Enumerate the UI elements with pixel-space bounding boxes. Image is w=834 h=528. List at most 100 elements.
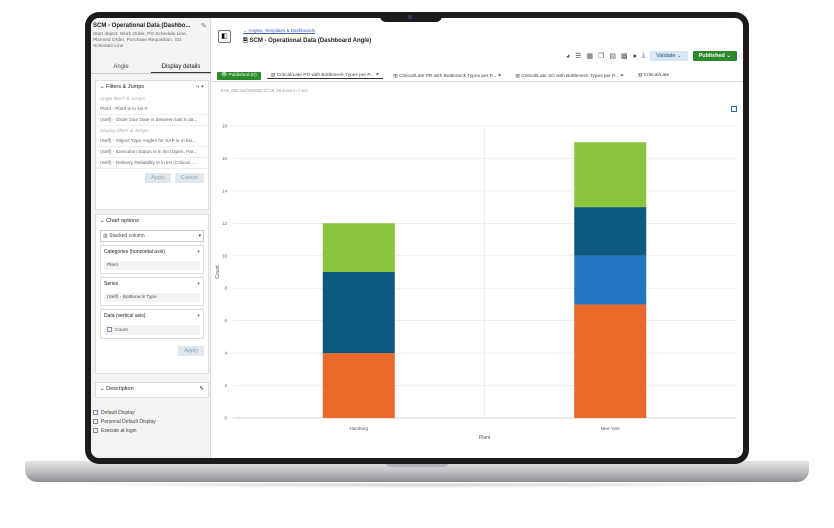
- filter-icon: ⏷: [497, 73, 502, 79]
- add-icon[interactable]: +: [197, 249, 200, 255]
- x-tick-label: Hamburg: [349, 426, 368, 431]
- bar-segment: [322, 223, 395, 272]
- add-filter-icon[interactable]: ⤷ +: [196, 84, 204, 91]
- tab-label: Critical/Late PR with Bottleneck Types p…: [399, 73, 497, 79]
- filter-item[interactable]: (Self) - Object Type Angles for SAP is i…: [96, 136, 208, 147]
- published-label: Published: [698, 53, 725, 59]
- default-display-option[interactable]: Default Display: [93, 410, 135, 416]
- filters-header[interactable]: ⌄ Filters & Jumps ⤷ +: [96, 81, 208, 94]
- document-icon[interactable]: ▤: [609, 52, 616, 60]
- chevron-down-icon: ⌄: [100, 386, 105, 392]
- table-icon[interactable]: ▦: [586, 52, 593, 60]
- bar-segment: [574, 304, 647, 418]
- apply-button[interactable]: Apply: [145, 173, 171, 183]
- published-count-label: Published (0): [228, 73, 257, 78]
- published-button[interactable]: Published ⌄: [692, 51, 737, 61]
- tab-angle[interactable]: Angle: [91, 60, 151, 73]
- y-tick-label: 16: [222, 156, 228, 161]
- camera-icon: [408, 15, 412, 19]
- add-icon[interactable]: +: [197, 281, 200, 287]
- y-tick-label: 0: [224, 416, 227, 421]
- y-tick-label: 12: [222, 221, 228, 226]
- laptop-lid: SCM - Operational Data (Dashbo... ✎ Star…: [85, 12, 749, 464]
- chart-options-header[interactable]: ⌄ Chart options: [96, 215, 208, 227]
- tab-display[interactable]: ▥ Critical/Late PR with Bottleneck Types…: [389, 73, 505, 79]
- bar-segment: [574, 207, 647, 256]
- bar-segment: [574, 255, 647, 305]
- tab-display-details[interactable]: Display details: [151, 60, 211, 73]
- grid-icon[interactable]: ▩: [621, 52, 628, 60]
- execute-at-login-option[interactable]: Execute at login: [93, 428, 137, 434]
- y-tick-label: 4: [224, 351, 227, 356]
- y-tick-label: 14: [222, 188, 228, 193]
- add-icon[interactable]: +: [197, 313, 200, 319]
- filter-item[interactable]: (Self) - Execution Status is in list (Op…: [96, 147, 208, 158]
- checkbox[interactable]: [93, 410, 98, 416]
- chart-type-value: Stacked column: [109, 233, 145, 239]
- chevron-down-icon: ⌄: [100, 218, 105, 224]
- description-panel: ⌄ Description ✎: [95, 382, 209, 398]
- info-icon[interactable]: ●: [633, 53, 637, 60]
- category-field[interactable]: Plant: [104, 261, 200, 270]
- filter-item[interactable]: Plant - Plant is in list P: [96, 104, 208, 115]
- checkbox[interactable]: [93, 428, 98, 434]
- x-tick-label: New York: [601, 426, 621, 431]
- chart-options-panel: ⌄ Chart options ▥ Stacked column ▾ Catego…: [95, 214, 209, 374]
- copy-icon[interactable]: ❐: [598, 52, 604, 60]
- tab-display[interactable]: ▥ Critical/Late PO with Bottleneck Types…: [266, 72, 384, 79]
- filters-panel: ⌄ Filters & Jumps ⤷ + Angle filters & Jum…: [95, 80, 209, 210]
- y-axis-title: Count: [215, 265, 221, 279]
- series-header[interactable]: Series: [104, 281, 118, 287]
- filter-item[interactable]: (Self) - Delivery Reliability is in list…: [96, 158, 208, 169]
- list-icon[interactable]: ☰: [575, 52, 581, 60]
- angle-filters-label: Angle filters & Jumps: [100, 96, 146, 102]
- apply-button[interactable]: Apply: [178, 345, 204, 356]
- filters-header-label: Filters & Jumps: [106, 84, 145, 90]
- chevron-down-icon: ⌄: [100, 84, 105, 90]
- sidebar-title: SCM - Operational Data (Dashbo...: [93, 23, 191, 29]
- execute-at-login-label: Execute at login: [101, 428, 137, 434]
- y-tick-label: 6: [224, 318, 227, 323]
- published-count-badge[interactable]: 👁 Published (0): [217, 71, 261, 80]
- data-field-label: Count: [115, 327, 128, 333]
- y-tick-label: 10: [222, 253, 228, 258]
- edit-icon[interactable]: ✎: [201, 22, 207, 30]
- data-header[interactable]: Data (vertical axis): [104, 313, 145, 319]
- count-checkbox[interactable]: [107, 327, 112, 332]
- edit-icon[interactable]: ✎: [199, 386, 204, 392]
- bar-segment: [322, 272, 395, 354]
- screen: SCM - Operational Data (Dashbo... ✎ Star…: [91, 18, 743, 458]
- data-field[interactable]: Count: [104, 325, 200, 335]
- cancel-button[interactable]: Cancel: [174, 173, 204, 183]
- filter-icon: ⏷: [375, 73, 380, 78]
- download-icon[interactable]: ⤓: [642, 52, 645, 60]
- categories-header[interactable]: Categories (horizontal axis): [104, 249, 165, 255]
- stacked-column-chart: 0 2 4 6 8 10 12 14 16 18 Hamburg New York Plant Count: [215, 124, 736, 441]
- bar-chart-icon: ▥: [515, 73, 520, 79]
- laptop-shadow: [40, 482, 794, 488]
- series-field[interactable]: (Self) - Bottleneck Type: [104, 293, 200, 302]
- breadcrumb[interactable]: ← Angles, Templates & Dashboards: [243, 28, 315, 33]
- main-area: ◧ ← Angles, Templates & Dashboards 🗎 SCM…: [211, 18, 743, 458]
- checkbox[interactable]: [93, 419, 98, 425]
- description-header[interactable]: ⌄ Description ✎: [96, 383, 208, 395]
- filter-icon: ⏷: [620, 73, 624, 79]
- default-display-label: Default Display: [101, 410, 135, 416]
- display-tabs: 👁 Published (0) ▥ Critical/Late PO with …: [211, 70, 743, 82]
- pie-chart-icon[interactable]: ◕: [566, 53, 570, 60]
- tab-display[interactable]: ▥ Critical/Late: [634, 73, 673, 78]
- document-icon: 🗎: [243, 38, 248, 44]
- description-label: Description: [106, 386, 134, 392]
- validate-button[interactable]: Validate ⌄: [649, 51, 688, 61]
- data-section: Data (vertical axis) + Count: [100, 309, 204, 339]
- tab-display[interactable]: ▥ Critical/Late SO with Bottleneck Types…: [511, 73, 627, 79]
- breadcrumb-link[interactable]: Angles, Templates & Dashboards: [249, 28, 315, 33]
- filter-item[interactable]: (Self) - Order Due Date is between last …: [96, 115, 208, 126]
- chart-type-select[interactable]: ▥ Stacked column ▾: [100, 230, 204, 242]
- sidebar-toggle-icon[interactable]: ◧: [218, 30, 231, 43]
- stacked-column-icon: ▥: [103, 233, 108, 239]
- bar-segment: [322, 353, 395, 418]
- bar-chart-icon: ▥: [393, 73, 398, 79]
- personal-default-option[interactable]: Personal Default Display: [93, 419, 156, 425]
- page-title-text: SCM - Operational Data (Dashboard Angle): [249, 38, 372, 44]
